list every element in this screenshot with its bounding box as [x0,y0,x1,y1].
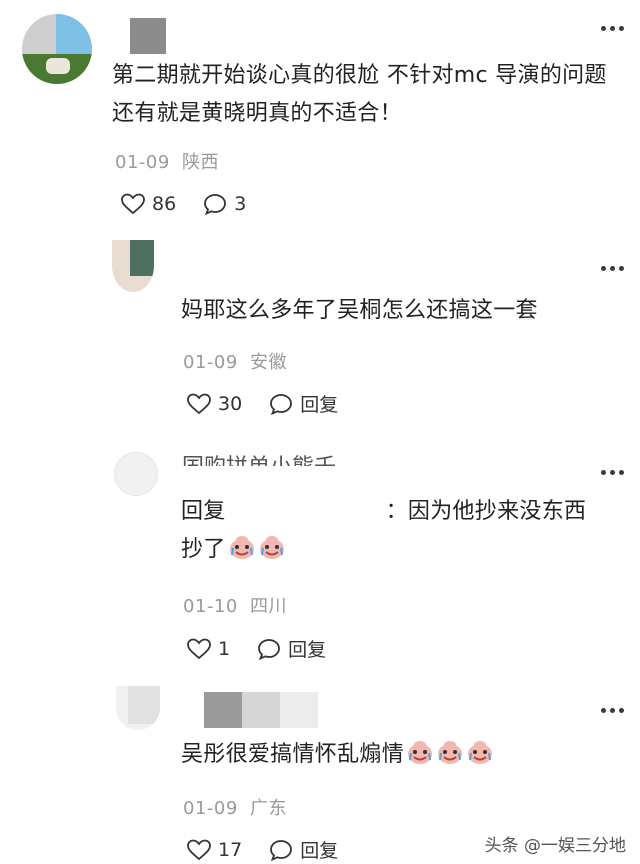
comment-region: 广东 [250,798,288,819]
comment-meta: 01-09 陕西 [115,148,219,174]
more-dots-icon[interactable] [601,26,624,31]
reply-label: 回复 [300,394,339,416]
comment-meta: 01-09 安徽 [183,348,287,374]
comment-2: 妈耶这么多年了吴桐怎么还搞这一套 01-09 安徽 30 回复 [0,232,640,442]
comment-date: 01-09 [183,798,238,819]
comment-actions: 1 回复 [186,635,352,662]
crying-face-emoji [466,738,494,766]
comment-text: 第二期就开始谈心真的很尬 不针对mc 导演的问题 还有就是黄晓明真的不适合！ [112,63,607,126]
reply-label: 回复 [300,840,339,862]
crying-face-emoji [228,533,256,561]
heart-outline-icon [187,393,211,414]
comment-region: 四川 [250,596,288,617]
username-redacted[interactable] [130,18,166,54]
comment-actions: 86 3 [120,192,272,216]
reply-button[interactable]: 3 [202,192,246,216]
reply-button[interactable]: 回复 [268,836,338,863]
comment-text: 回复 ：因为他抄来没东西 抄了 [181,499,587,562]
comment-actions: 30 回复 [186,390,364,417]
crying-face-emoji [258,533,286,561]
speech-bubble-icon [270,839,293,861]
reply-prefix: 回复 [181,499,226,524]
comment-date: 01-10 [183,596,238,617]
comment-meta: 01-10 四川 [183,592,287,618]
more-dots-icon[interactable] [601,708,624,713]
heart-outline-icon [187,839,211,860]
heart-outline-icon [187,638,211,659]
comment-date: 01-09 [183,352,238,373]
speech-bubble-icon [258,638,280,660]
avatar[interactable] [116,686,160,730]
crying-face-emoji [436,738,464,766]
speech-bubble-icon [270,393,293,415]
watermark: 头条 @一娱三分地 [484,836,626,856]
avatar[interactable] [112,240,154,292]
comment-date: 01-09 [115,152,170,173]
avatar[interactable] [114,452,158,496]
more-dots-icon[interactable] [601,266,624,271]
like-button[interactable]: 30 [186,392,242,416]
like-button[interactable]: 86 [120,192,176,216]
comment-text: 妈耶这么多年了吴桐怎么还搞这一套 [181,298,538,323]
reply-button[interactable]: 回复 [268,390,338,417]
comment-region: 陕西 [182,152,220,173]
comment-text: 吴彤很爱搞情怀乱煽情 [181,736,621,774]
speech-bubble-icon [204,194,227,216]
comment-meta: 01-09 广东 [183,794,287,820]
like-count: 17 [218,838,243,861]
comment-3: 国购拼单小熊壬 回复：因为他抄来没东西 抄了 01-10 四川 1 回复 [0,442,640,672]
like-count: 1 [218,637,231,660]
comment-region: 安徽 [250,352,288,373]
comment-actions: 17 回复 [186,836,364,863]
like-count: 30 [218,392,243,415]
comment-1: 第二期就开始谈心真的很尬 不针对mc 导演的问题 还有就是黄晓明真的不适合！ 0… [0,0,640,232]
username-redacted[interactable] [204,692,318,728]
crying-face-emoji [406,738,434,766]
like-button[interactable]: 17 [186,838,242,862]
like-count: 86 [152,193,177,215]
reply-count: 3 [234,193,247,215]
reply-label: 回复 [288,639,327,661]
heart-outline-icon [121,193,145,215]
more-dots-icon[interactable] [601,470,624,475]
like-button[interactable]: 1 [186,637,230,661]
reply-button[interactable]: 回复 [256,635,326,662]
partial-username[interactable]: 国购拼单小熊壬 [182,450,336,466]
avatar[interactable] [22,14,92,84]
